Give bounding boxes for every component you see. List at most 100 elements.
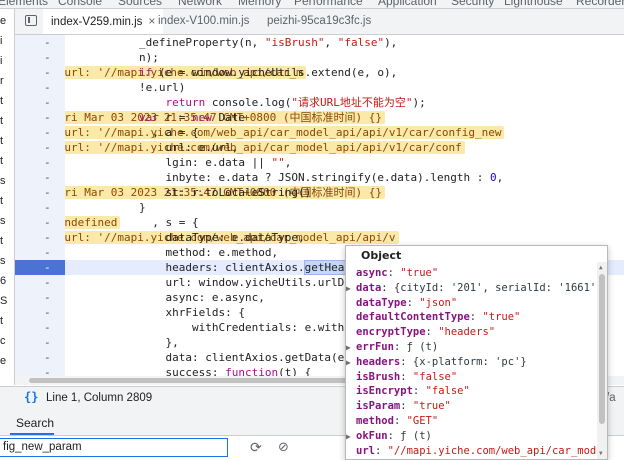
- line-gutter[interactable]: [15, 245, 65, 260]
- navigator-item[interactable]: i: [0, 55, 2, 67]
- tab-lighthouse[interactable]: Lighthouse: [504, 0, 563, 8]
- code-line[interactable]: - url: e.url, e = {url: '//mapi.yiche.co…: [15, 140, 624, 155]
- code-line[interactable]: - !e.url): [15, 80, 624, 95]
- close-tab-icon[interactable]: ×: [148, 14, 155, 28]
- navigator-item[interactable]: t: [0, 115, 3, 127]
- code-line[interactable]: - , a = { a = {url: '//mapi.yiche.com/we…: [15, 125, 624, 140]
- expand-triangle-icon[interactable]: ▶: [346, 281, 356, 296]
- navigator-item[interactable]: i: [0, 35, 2, 47]
- line-gutter[interactable]: [15, 215, 65, 230]
- code-line[interactable]: - _defineProperty(n, "isBrush", "false"),: [15, 35, 624, 50]
- line-gutter[interactable]: [15, 110, 65, 125]
- line-gutter[interactable]: [15, 350, 65, 365]
- tab-performance[interactable]: Performance: [294, 0, 363, 8]
- search-input[interactable]: fig_new_param: [0, 438, 228, 457]
- code-line[interactable]: - if (e = window.yicheUtils.extend(e, o),…: [15, 65, 624, 80]
- navigator-item[interactable]: t: [0, 235, 3, 247]
- file-tab-index-v259[interactable]: index-V259.min.js ×: [43, 9, 164, 34]
- navigator-item[interactable]: t: [0, 195, 3, 207]
- object-property[interactable]: ▶ okFun: ƒ (t): [346, 429, 432, 444]
- object-preview-popover[interactable]: Object async: "true" ▶ data: {cityId: '201…: [345, 245, 608, 460]
- refresh-icon[interactable]: ⟳: [250, 440, 262, 456]
- line-gutter[interactable]: [15, 80, 65, 95]
- breakpoint-marker[interactable]: [15, 260, 65, 275]
- line-gutter[interactable]: [15, 65, 65, 80]
- inline-value-preview: a = {url: '//mapi.yiche.com/web_api/car_…: [28, 126, 505, 139]
- line-gutter[interactable]: [15, 335, 65, 350]
- line-gutter[interactable]: [15, 50, 65, 65]
- devtools-tab-strip: Elements Console Sources Network Memory …: [0, 0, 624, 9]
- gutter-mark: -: [44, 201, 51, 214]
- expand-triangle-icon[interactable]: ▶: [346, 355, 356, 370]
- object-property: isEncrypt: "false": [356, 385, 470, 398]
- gutter-mark: -: [44, 141, 51, 154]
- navigator-item[interactable]: s: [0, 255, 6, 267]
- line-gutter[interactable]: [15, 320, 65, 335]
- navigator-item[interactable]: t: [0, 155, 3, 167]
- tab-network[interactable]: Network: [178, 0, 222, 8]
- line-gutter[interactable]: [15, 275, 65, 290]
- pretty-print-icon[interactable]: {}: [24, 390, 38, 404]
- navigator-item[interactable]: 6: [0, 275, 6, 287]
- tab-memory[interactable]: Memory: [238, 0, 281, 8]
- scroll-down-arrow-icon[interactable]: ▼: [599, 450, 603, 457]
- code-line[interactable]: - inbyte: e.data ? JSON.stringify(e.data…: [15, 170, 624, 185]
- navigator-item[interactable]: c: [0, 335, 6, 347]
- expand-triangle-icon[interactable]: ▶: [346, 340, 356, 355]
- line-gutter[interactable]: [15, 230, 65, 245]
- line-gutter[interactable]: [15, 95, 65, 110]
- scrollbar-thumb[interactable]: [599, 274, 605, 424]
- line-gutter[interactable]: [15, 200, 65, 215]
- scroll-up-arrow-icon[interactable]: ▲: [599, 264, 603, 271]
- navigator-item[interactable]: e: [0, 355, 6, 367]
- tab-security[interactable]: Security: [451, 0, 494, 8]
- code-line[interactable]: -}: [15, 200, 624, 215]
- code-text: dataType: e.dataType,: [139, 231, 305, 244]
- property-value: {x-platform: 'pc'}: [412, 355, 527, 368]
- navigator-item[interactable]: e: [0, 15, 6, 27]
- navigator-item[interactable]: t: [0, 315, 3, 327]
- file-tab-index-v100[interactable]: index-V100.min.js: [158, 9, 249, 34]
- tab-sources[interactable]: Sources: [118, 0, 162, 8]
- object-property[interactable]: ▶ errFun: ƒ (t): [346, 340, 438, 355]
- line-gutter[interactable]: [15, 125, 65, 140]
- navigator-item[interactable]: s: [0, 215, 6, 227]
- navigator-item[interactable]: s: [0, 175, 6, 187]
- code-text: n);: [139, 51, 159, 64]
- code-text: method: e.method,: [139, 246, 279, 259]
- navigator-item[interactable]: t: [0, 135, 3, 147]
- object-property[interactable]: ▶ headers: {x-platform: 'pc'}: [346, 355, 527, 370]
- tab-recorder[interactable]: Recorder: [576, 0, 624, 8]
- tab-application[interactable]: Application: [378, 0, 437, 8]
- tab-search[interactable]: Search: [16, 416, 54, 430]
- line-gutter[interactable]: [15, 140, 65, 155]
- line-gutter[interactable]: [15, 170, 65, 185]
- object-property[interactable]: ▶ data: {cityId: '201', serialId: '1661'}: [346, 281, 603, 296]
- code-text: inbyte: e.data ? JSON.stringify(e.data).…: [139, 171, 504, 184]
- line-gutter[interactable]: [15, 35, 65, 50]
- clear-cancel-icon[interactable]: ⊘: [278, 440, 289, 455]
- code-line[interactable]: - var r = new Date r = Fri Mar 03 2023 21…: [15, 110, 624, 125]
- code-line[interactable]: - dataType: e.dataType, e = {url: '//map…: [15, 230, 624, 245]
- navigator-item[interactable]: r: [0, 75, 4, 87]
- scrollbar-thumb[interactable]: [29, 378, 369, 383]
- popover-scrollbar[interactable]: ▲ ▼: [597, 262, 607, 459]
- line-gutter[interactable]: [15, 155, 65, 170]
- line-gutter[interactable]: [15, 185, 65, 200]
- property-value: "false": [425, 385, 470, 398]
- code-line[interactable]: - return console.log("请求URL地址不能为空");: [15, 95, 624, 110]
- line-gutter[interactable]: [15, 305, 65, 320]
- expand-triangle-icon[interactable]: ▶: [346, 429, 356, 444]
- toggle-navigator-icon[interactable]: [25, 15, 37, 26]
- tab-elements[interactable]: Elements: [0, 0, 48, 8]
- code-line[interactable]: - st: r.toLocaleString() r = Fri Mar 03 …: [15, 185, 624, 200]
- line-gutter[interactable]: [15, 290, 65, 305]
- tab-console[interactable]: Console: [58, 0, 102, 8]
- code-line[interactable]: - n);: [15, 50, 624, 65]
- code-line[interactable]: - lgin: e.data || "",: [15, 155, 624, 170]
- navigator-item[interactable]: t: [0, 95, 3, 107]
- navigator-item[interactable]: S: [0, 295, 7, 307]
- code-line[interactable]: - , s = { s = undefined: [15, 215, 624, 230]
- file-tab-peizhi[interactable]: peizhi-95ca19c3fc.js: [267, 9, 371, 34]
- property-key: okFun: [356, 429, 388, 442]
